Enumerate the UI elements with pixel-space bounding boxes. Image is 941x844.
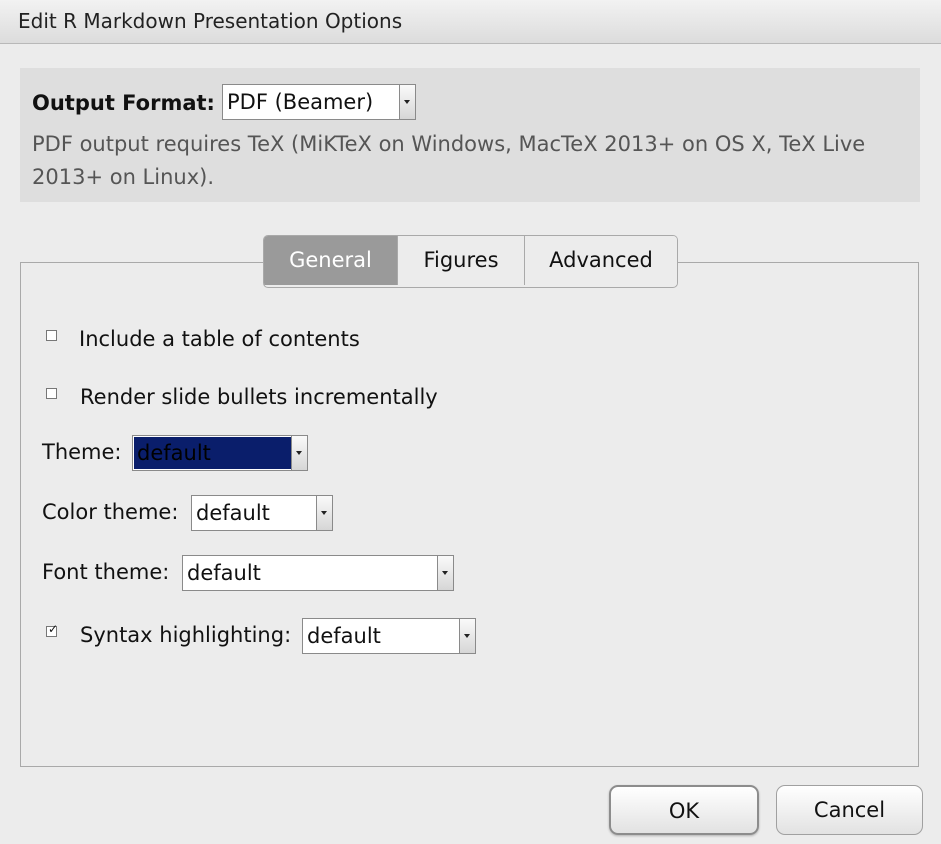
tab-figures[interactable]: Figures: [397, 236, 524, 285]
syntax-highlighting-checkbox[interactable]: ✓: [46, 622, 58, 637]
incremental-label: Render slide bullets incrementally: [80, 385, 438, 409]
output-format-panel: Output Format: PDF (Beamer) PDF output r…: [20, 68, 920, 202]
font-theme-value: default: [187, 561, 261, 585]
chevron-down-icon: [399, 85, 415, 119]
output-format-select[interactable]: PDF (Beamer): [222, 84, 416, 120]
color-theme-select[interactable]: default: [191, 495, 333, 531]
ok-button[interactable]: OK: [609, 785, 759, 835]
incremental-checkbox[interactable]: [46, 388, 57, 399]
cancel-button[interactable]: Cancel: [776, 785, 923, 835]
theme-label: Theme:: [42, 440, 122, 464]
check-icon: ✓: [48, 622, 59, 636]
chevron-down-icon: [459, 619, 475, 653]
chevron-down-icon: [316, 496, 332, 530]
output-format-label: Output Format:: [32, 91, 215, 115]
syntax-highlighting-label: Syntax highlighting:: [80, 623, 292, 647]
tab-bar: General Figures Advanced: [263, 235, 678, 288]
output-format-value: PDF (Beamer): [227, 90, 374, 114]
theme-value: default: [134, 437, 291, 469]
color-theme-label: Color theme:: [42, 500, 179, 524]
output-format-note: PDF output requires TeX (MiKTeX on Windo…: [32, 132, 866, 189]
toc-checkbox[interactable]: [46, 330, 57, 341]
syntax-highlighting-value: default: [307, 624, 381, 648]
syntax-highlighting-select[interactable]: default: [302, 618, 476, 654]
tab-advanced[interactable]: Advanced: [524, 236, 677, 285]
dialog-titlebar: Edit R Markdown Presentation Options: [0, 0, 941, 44]
chevron-down-icon: [291, 436, 307, 470]
chevron-down-icon: [437, 556, 453, 590]
theme-select[interactable]: default: [132, 435, 308, 471]
tab-general[interactable]: General: [264, 236, 397, 285]
dialog-title: Edit R Markdown Presentation Options: [18, 9, 403, 33]
toc-label: Include a table of contents: [79, 327, 360, 351]
font-theme-label: Font theme:: [42, 560, 170, 584]
color-theme-value: default: [196, 501, 270, 525]
font-theme-select[interactable]: default: [182, 555, 454, 591]
